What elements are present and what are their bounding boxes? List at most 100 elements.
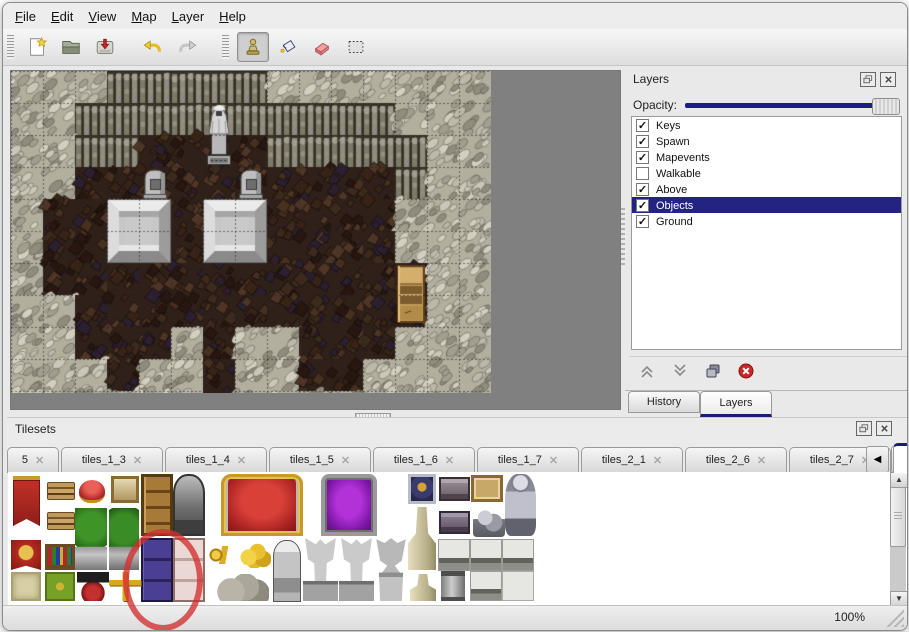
layer-row-ground[interactable]: ✓Ground (632, 213, 901, 229)
toolbar-drag-handle[interactable] (7, 35, 14, 59)
layer-checkbox-mapevents[interactable]: ✓ (636, 151, 649, 164)
tile-door-purple[interactable] (141, 538, 173, 602)
menu-view[interactable]: View (88, 9, 116, 24)
tile-dresser-mirror[interactable] (111, 476, 139, 503)
layer-row-walkable[interactable]: Walkable (632, 165, 901, 181)
menu-file[interactable]: File (15, 9, 36, 24)
toolbar-drag-handle[interactable] (222, 35, 229, 59)
close-panel-button[interactable] (880, 72, 896, 87)
tile-fence-rail-bottom[interactable] (47, 512, 75, 530)
save-map-button[interactable] (90, 33, 120, 61)
layer-row-spawn[interactable]: ✓Spawn (632, 133, 901, 149)
tile-door-wood[interactable] (141, 474, 173, 536)
close-panel-button[interactable] (876, 421, 892, 436)
tile-obelisk-small[interactable] (410, 574, 436, 601)
tile-bookshelf[interactable] (45, 544, 75, 570)
raise-layer-button[interactable] (637, 361, 657, 381)
tile-obelisk-large[interactable] (408, 507, 436, 570)
tile-block-band-3[interactable] (502, 539, 534, 571)
tileset-tab-tiles_2_1[interactable]: tiles_2_1✕ (581, 447, 683, 472)
tile-banner-red[interactable] (13, 476, 40, 526)
tileset-vertical-scrollbar[interactable]: ▲ ▼ (890, 472, 906, 607)
tile-banner-emblem[interactable] (11, 540, 41, 570)
layer-checkbox-above[interactable]: ✓ (636, 183, 649, 196)
tileset-tab-tiles_2_8[interactable]: tiles_2_8✕ (893, 443, 908, 473)
tile-mat-tan[interactable] (11, 572, 41, 601)
dock-tab-history[interactable]: History (628, 391, 700, 413)
tile-fence-rail-top[interactable] (47, 482, 75, 500)
tile-gargoyle-right[interactable] (339, 538, 374, 601)
layer-row-keys[interactable]: ✓Keys (632, 117, 901, 133)
map-canvas-viewport[interactable] (10, 70, 621, 410)
opacity-slider-handle[interactable] (872, 98, 900, 115)
tile-throne-red[interactable] (221, 474, 303, 536)
select-tool-button[interactable] (341, 33, 371, 61)
tile-portrait-king[interactable] (408, 474, 436, 504)
tile-block-band-4[interactable] (470, 571, 502, 601)
float-panel-button[interactable] (856, 421, 872, 436)
layer-checkbox-spawn[interactable]: ✓ (636, 135, 649, 148)
layer-checkbox-objects[interactable]: ✓ (636, 199, 649, 212)
vscroll-thumb[interactable] (890, 487, 906, 547)
layer-row-above[interactable]: ✓Above (632, 181, 901, 197)
map-canvas[interactable] (11, 71, 491, 393)
menu-help[interactable]: Help (219, 9, 246, 24)
tab-close-icon[interactable]: ✕ (341, 454, 350, 467)
tile-rock-pile[interactable] (213, 574, 269, 601)
tile-pouf-red[interactable] (79, 480, 105, 503)
menu-layer[interactable]: Layer (172, 9, 205, 24)
stamp-tool-button[interactable] (237, 32, 269, 62)
redo-button[interactable] (172, 33, 202, 61)
dock-tab-layers[interactable]: Layers (700, 391, 772, 417)
lower-layer-button[interactable] (670, 361, 690, 381)
layer-checkbox-walkable[interactable] (636, 167, 649, 180)
tile-block-plain[interactable] (502, 571, 534, 601)
tileset-tab-5[interactable]: 5✕ (7, 447, 59, 472)
layer-checkbox-ground[interactable]: ✓ (636, 215, 649, 228)
tile-block-band-2[interactable] (470, 539, 502, 571)
scroll-up-button[interactable]: ▲ (890, 472, 907, 488)
tab-close-icon[interactable]: ✕ (237, 454, 246, 467)
tile-throne-purple[interactable] (321, 474, 377, 536)
tile-sign-wood[interactable] (471, 475, 503, 502)
tab-scroll-left-button[interactable]: ◀ (866, 446, 889, 473)
layer-checkbox-keys[interactable]: ✓ (636, 119, 649, 132)
tile-mat-green[interactable] (45, 572, 75, 601)
tile-block-band-1[interactable] (438, 539, 470, 571)
tile-armor-statue[interactable] (505, 474, 536, 536)
tileset-tab-tiles_1_3[interactable]: tiles_1_3✕ (61, 447, 163, 472)
fill-tool-button[interactable] (273, 33, 303, 61)
tab-close-icon[interactable]: ✕ (445, 454, 454, 467)
tile-palm-plant[interactable] (75, 508, 107, 570)
tileset-tab-tiles_1_5[interactable]: tiles_1_5✕ (269, 447, 371, 472)
tileset-content[interactable]: ▲ ▼ (8, 472, 907, 607)
tile-gate-stone[interactable] (173, 474, 205, 536)
tileset-tab-tiles_2_6[interactable]: tiles_2_6✕ (685, 447, 787, 472)
open-map-button[interactable] (56, 33, 86, 61)
tile-shelf-pouf[interactable] (77, 572, 109, 601)
opacity-slider[interactable] (685, 97, 900, 113)
resize-grip[interactable] (886, 609, 904, 627)
layer-row-mapevents[interactable]: ✓Mapevents (632, 149, 901, 165)
tile-statue-hooded[interactable] (273, 540, 301, 602)
tab-close-icon[interactable]: ✕ (35, 454, 44, 467)
tile-cross-gold[interactable] (109, 572, 141, 601)
tile-door-white[interactable] (173, 538, 205, 602)
delete-layer-button[interactable] (736, 361, 756, 381)
tile-knight-debris[interactable] (473, 507, 505, 537)
new-map-button[interactable] (22, 33, 52, 61)
tileset-tab-tiles_1_6[interactable]: tiles_1_6✕ (373, 447, 475, 472)
layer-row-objects[interactable]: ✓Objects (632, 197, 901, 213)
tileset-tab-tiles_1_4[interactable]: tiles_1_4✕ (165, 447, 267, 472)
tile-bush-plant[interactable] (109, 508, 139, 570)
tile-sign-gray[interactable] (439, 477, 470, 501)
opacity-slider-track[interactable] (685, 103, 898, 108)
menu-edit[interactable]: Edit (51, 9, 73, 24)
tab-close-icon[interactable]: ✕ (133, 454, 142, 467)
menu-map[interactable]: Map (131, 9, 156, 24)
tile-gold-pile[interactable] (239, 540, 271, 568)
tileset-tab-tiles_1_7[interactable]: tiles_1_7✕ (477, 447, 579, 472)
undo-button[interactable] (138, 33, 168, 61)
tile-pillar-stone[interactable] (441, 571, 465, 601)
tile-sign-purple[interactable] (439, 511, 470, 534)
